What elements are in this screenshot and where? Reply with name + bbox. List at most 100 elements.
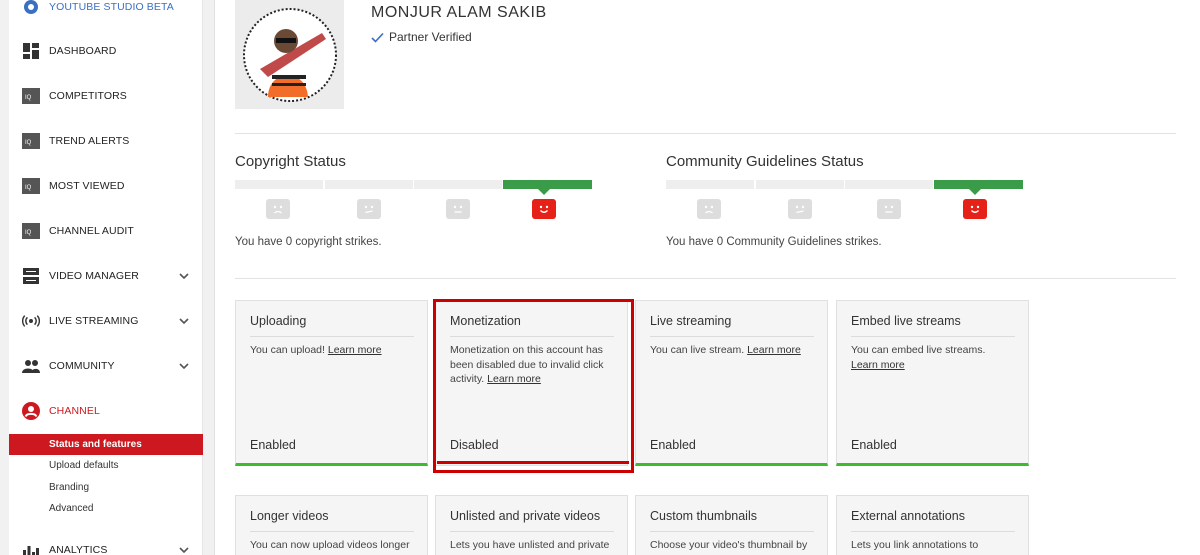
check-icon bbox=[371, 32, 384, 43]
community-status-title: Community Guidelines Status bbox=[666, 153, 864, 170]
sidebar-item-analytics[interactable]: ANALYTICS bbox=[9, 533, 203, 555]
sidebar-item-label: TREND ALERTS bbox=[49, 135, 130, 147]
happy-face-icon bbox=[963, 199, 987, 219]
chevron-down-icon[interactable] bbox=[179, 316, 189, 326]
sidebar-item-label: MOST VIEWED bbox=[49, 180, 125, 192]
sidebar-subitem-status-and-features[interactable]: Status and features bbox=[9, 434, 203, 455]
feature-title: Custom thumbnails bbox=[650, 509, 814, 532]
learn-more-link[interactable]: Learn more bbox=[851, 359, 905, 371]
sidebar-item-channel-audit[interactable]: IQ CHANNEL AUDIT bbox=[9, 214, 203, 248]
community-meter bbox=[666, 180, 1023, 189]
sad-face-icon bbox=[266, 199, 290, 219]
sidebar-item-most-viewed[interactable]: IQ MOST VIEWED bbox=[9, 169, 203, 203]
feature-card-embed-live-streams: Embed live streams You can embed live st… bbox=[836, 300, 1029, 466]
feature-desc: You can live stream. Learn more bbox=[650, 343, 816, 358]
feature-desc-text: You can embed live streams. bbox=[851, 344, 986, 356]
dashboard-icon bbox=[22, 42, 40, 60]
chevron-down-icon[interactable] bbox=[179, 271, 189, 281]
feature-title: Unlisted and private videos bbox=[450, 509, 614, 532]
feature-desc: Lets you have unlisted and private bbox=[450, 539, 610, 551]
meter-pointer bbox=[538, 189, 550, 195]
sidebar-item-label: ANALYTICS bbox=[49, 544, 108, 555]
sidebar: YOUTUBE STUDIO BETA DASHBOARD IQ COMPETI… bbox=[0, 0, 210, 555]
chevron-down-icon[interactable] bbox=[179, 361, 189, 371]
meter-segment bbox=[666, 180, 754, 189]
sidebar-item-label: CHANNEL AUDIT bbox=[49, 225, 134, 237]
learn-more-link[interactable]: Learn more bbox=[328, 344, 382, 356]
analytics-icon bbox=[22, 541, 40, 555]
monetization-highlight-box bbox=[433, 299, 634, 473]
sidebar-item-label: DASHBOARD bbox=[49, 45, 117, 57]
meter-segment-active bbox=[503, 180, 592, 189]
sidebar-item-label: LIVE STREAMING bbox=[49, 315, 139, 327]
studio-beta-link[interactable]: YOUTUBE STUDIO BETA bbox=[9, 0, 203, 24]
neutral-face-icon bbox=[446, 199, 470, 219]
sidebar-subitem-upload-defaults[interactable]: Upload defaults bbox=[9, 455, 203, 476]
meter-segment-active bbox=[934, 180, 1023, 189]
uneasy-face-icon bbox=[788, 199, 812, 219]
sidebar-item-trend-alerts[interactable]: IQ TREND ALERTS bbox=[9, 124, 203, 158]
main-content: MONJUR ALAM SAKIB Partner Verified Copyr… bbox=[214, 0, 1200, 555]
gear-icon bbox=[22, 0, 40, 16]
feature-title: Longer videos bbox=[250, 509, 414, 532]
sidebar-item-label: VIDEO MANAGER bbox=[49, 270, 139, 282]
iq-icon: IQ bbox=[22, 87, 40, 105]
channel-name: MONJUR ALAM SAKIB bbox=[371, 4, 547, 21]
sidebar-item-competitors[interactable]: IQ COMPETITORS bbox=[9, 79, 203, 113]
meter-pointer bbox=[969, 189, 981, 195]
feature-title: Live streaming bbox=[650, 314, 814, 337]
meter-segment bbox=[756, 180, 844, 189]
sidebar-item-community[interactable]: COMMUNITY bbox=[9, 349, 203, 383]
sidebar-item-video-manager[interactable]: VIDEO MANAGER bbox=[9, 259, 203, 293]
video-manager-icon bbox=[22, 267, 40, 285]
channel-avatar[interactable] bbox=[235, 0, 344, 109]
svg-text:IQ: IQ bbox=[25, 140, 32, 146]
partner-verified: Partner Verified bbox=[371, 30, 472, 44]
neutral-face-icon bbox=[877, 199, 901, 219]
feature-state: Enabled bbox=[650, 438, 696, 452]
feature-desc: You can now upload videos longer bbox=[250, 539, 410, 551]
partner-verified-label: Partner Verified bbox=[389, 30, 472, 44]
channel-icon bbox=[22, 402, 40, 420]
side-panel: YOUTUBE STUDIO BETA DASHBOARD IQ COMPETI… bbox=[9, 0, 203, 555]
feature-card-custom-thumbnails: Custom thumbnails Choose your video's th… bbox=[635, 495, 828, 555]
live-streaming-icon bbox=[22, 312, 40, 330]
learn-more-link[interactable]: Learn more bbox=[747, 344, 801, 356]
feature-desc: Choose your video's thumbnail by bbox=[650, 539, 808, 551]
feature-title: Embed live streams bbox=[851, 314, 1015, 337]
meter-segment bbox=[325, 180, 413, 189]
sidebar-item-dashboard[interactable]: DASHBOARD bbox=[9, 34, 203, 68]
feature-state: Enabled bbox=[250, 438, 296, 452]
uneasy-face-icon bbox=[357, 199, 381, 219]
iq-icon: IQ bbox=[22, 132, 40, 150]
iq-icon: IQ bbox=[22, 177, 40, 195]
feature-card-longer-videos: Longer videos You can now upload videos … bbox=[235, 495, 428, 555]
sidebar-item-label: COMMUNITY bbox=[49, 360, 115, 372]
divider bbox=[235, 133, 1176, 134]
copyright-strikes-text: You have 0 copyright strikes. bbox=[235, 236, 382, 248]
meter-segment bbox=[845, 180, 933, 189]
sidebar-subitem-branding[interactable]: Branding bbox=[9, 477, 203, 498]
svg-text:IQ: IQ bbox=[25, 95, 32, 101]
sad-face-icon bbox=[697, 199, 721, 219]
meter-segment bbox=[235, 180, 323, 189]
monetization-highlight-line bbox=[437, 461, 629, 464]
meter-segment bbox=[414, 180, 502, 189]
feature-desc: Lets you link annotations to bbox=[851, 539, 979, 551]
sidebar-subitem-advanced[interactable]: Advanced bbox=[9, 498, 203, 519]
feature-title: External annotations bbox=[851, 509, 1015, 532]
feature-desc: You can embed live streams. Learn more bbox=[851, 343, 1017, 372]
feature-title: Uploading bbox=[250, 314, 414, 337]
feature-card-uploading: Uploading You can upload! Learn more Ena… bbox=[235, 300, 428, 466]
community-strikes-text: You have 0 Community Guidelines strikes. bbox=[666, 236, 882, 248]
sidebar-item-label: COMPETITORS bbox=[49, 90, 127, 102]
studio-beta-label: YOUTUBE STUDIO BETA bbox=[49, 1, 174, 13]
community-icon bbox=[22, 357, 40, 375]
happy-face-icon bbox=[532, 199, 556, 219]
copyright-meter bbox=[235, 180, 592, 189]
chevron-down-icon[interactable] bbox=[179, 545, 189, 555]
svg-text:IQ: IQ bbox=[25, 185, 32, 191]
feature-desc-text: You can live stream. bbox=[650, 344, 745, 356]
sidebar-item-channel[interactable]: CHANNEL bbox=[9, 394, 203, 428]
sidebar-item-live-streaming[interactable]: LIVE STREAMING bbox=[9, 304, 203, 338]
